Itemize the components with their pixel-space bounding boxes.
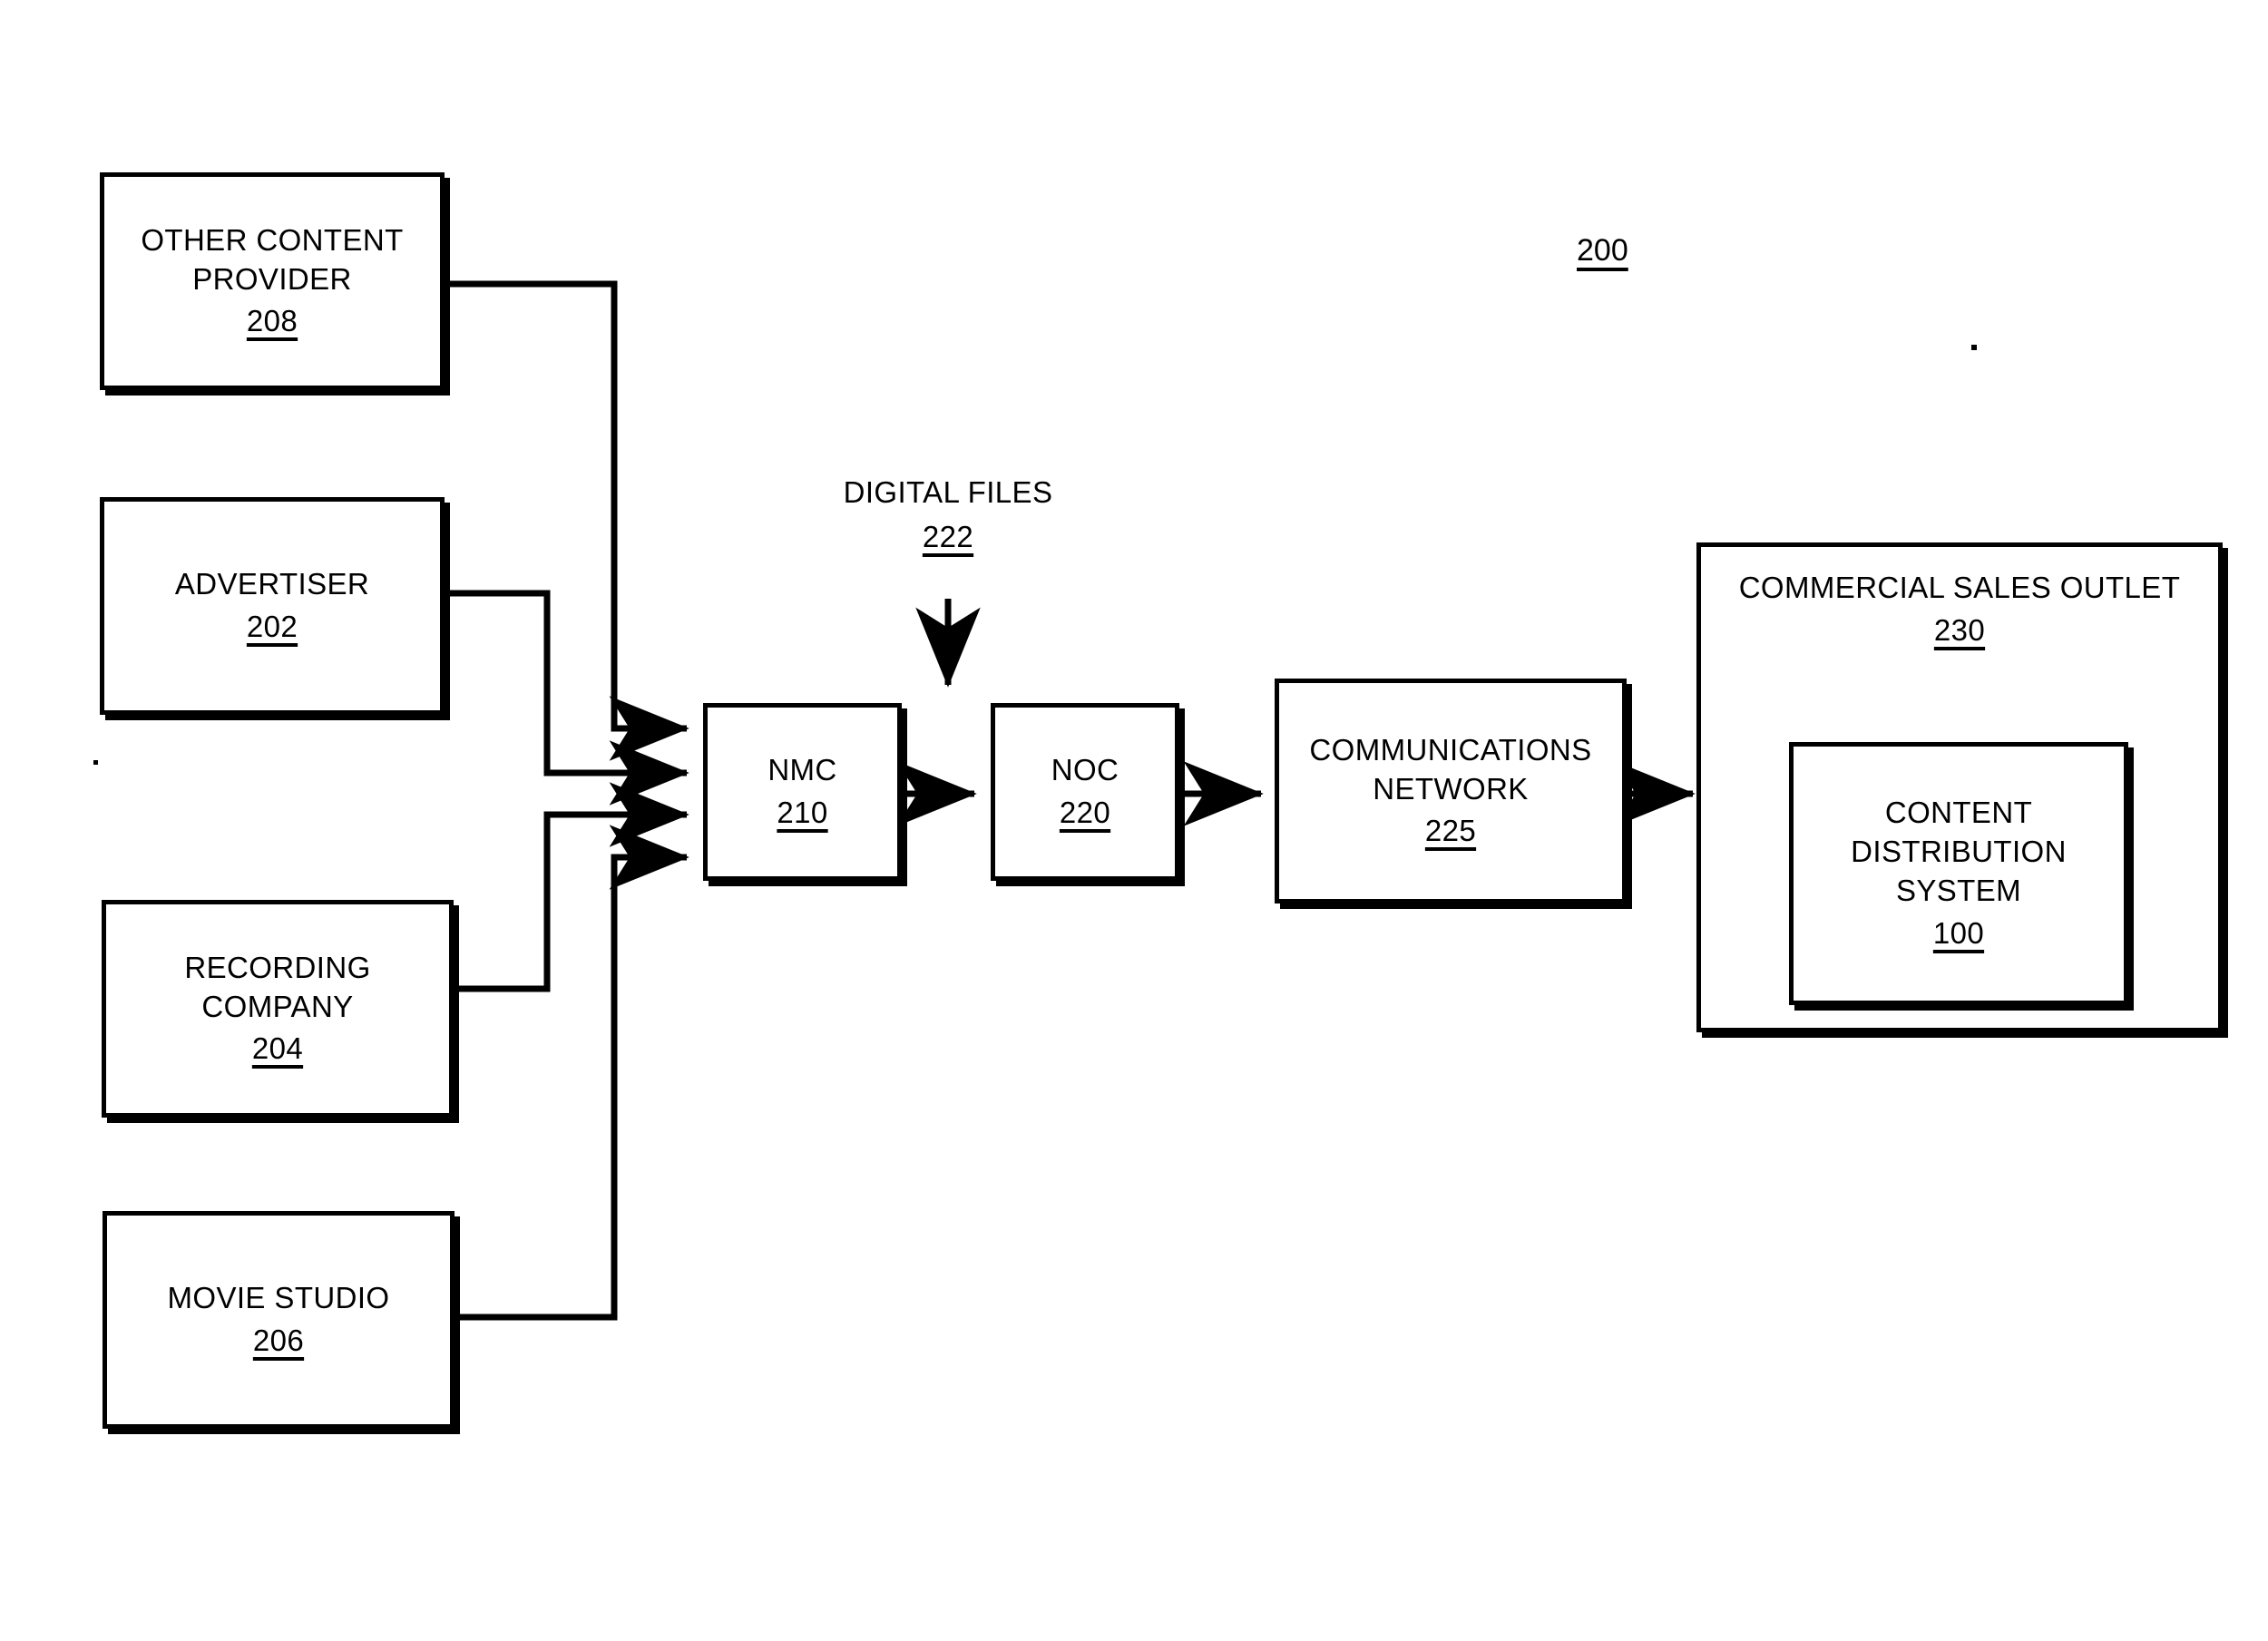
node-communications-network-title: COMMUNICATIONS NETWORK [1309, 732, 1592, 806]
node-communications-network-ref: 225 [1424, 814, 1477, 848]
wire-recording-company-to-nmc [454, 782, 689, 992]
patent-figure-200: OTHER CONTENT PROVIDER 208 ADVERTISER 20… [0, 0, 2268, 1641]
node-other-content-provider-title: OTHER CONTENT PROVIDER [141, 222, 404, 296]
wire-other-content-provider-to-nmc [441, 280, 689, 761]
node-movie-studio-ref: 206 [252, 1324, 305, 1357]
node-movie-studio-title: MOVIE STUDIO [167, 1281, 390, 1315]
label-digital-files-title: DIGITAL FILES [843, 475, 1053, 509]
node-noc-title: NOC [1051, 753, 1119, 787]
node-advertiser-ref: 202 [246, 610, 298, 643]
node-content-distribution-system-ref: 100 [1932, 915, 1985, 950]
wire-advertiser-to-nmc [445, 590, 689, 806]
node-recording-company-title: RECORDING COMPANY [184, 950, 371, 1023]
node-nmc-ref: 210 [777, 796, 828, 829]
node-commercial-sales-outlet-ref: 230 [1933, 612, 1986, 647]
wire-movie-studio-to-nmc [454, 825, 689, 1321]
label-digital-files-ref: 222 [922, 519, 974, 553]
figure-reference-200: 200 [1577, 233, 1628, 268]
label-digital-files: DIGITAL FILES 222 [767, 474, 1129, 557]
node-communications-network[interactable]: COMMUNICATIONS NETWORK 225 [1275, 679, 1627, 904]
node-advertiser-title: ADVERTISER [174, 567, 370, 601]
node-commercial-sales-outlet-title: COMMERCIAL SALES OUTLET [1738, 571, 2181, 604]
scan-speck-2 [1971, 345, 1977, 350]
node-nmc-title: NMC [767, 753, 837, 787]
node-recording-company-ref: 204 [251, 1031, 304, 1066]
node-recording-company[interactable]: RECORDING COMPANY 204 [102, 900, 454, 1118]
node-movie-studio[interactable]: MOVIE STUDIO 206 [103, 1211, 455, 1429]
node-content-distribution-system[interactable]: CONTENT DISTRIBUTION SYSTEM 100 [1789, 742, 2128, 1005]
node-advertiser[interactable]: ADVERTISER 202 [100, 497, 445, 715]
node-content-distribution-system-title: CONTENT DISTRIBUTION SYSTEM [1851, 796, 2067, 907]
node-noc-ref: 220 [1059, 796, 1111, 829]
node-other-content-provider[interactable]: OTHER CONTENT PROVIDER 208 [100, 172, 445, 390]
scan-speck [93, 760, 98, 765]
node-other-content-provider-ref: 208 [246, 304, 298, 338]
node-noc[interactable]: NOC 220 [991, 703, 1179, 881]
node-nmc[interactable]: NMC 210 [703, 703, 902, 881]
